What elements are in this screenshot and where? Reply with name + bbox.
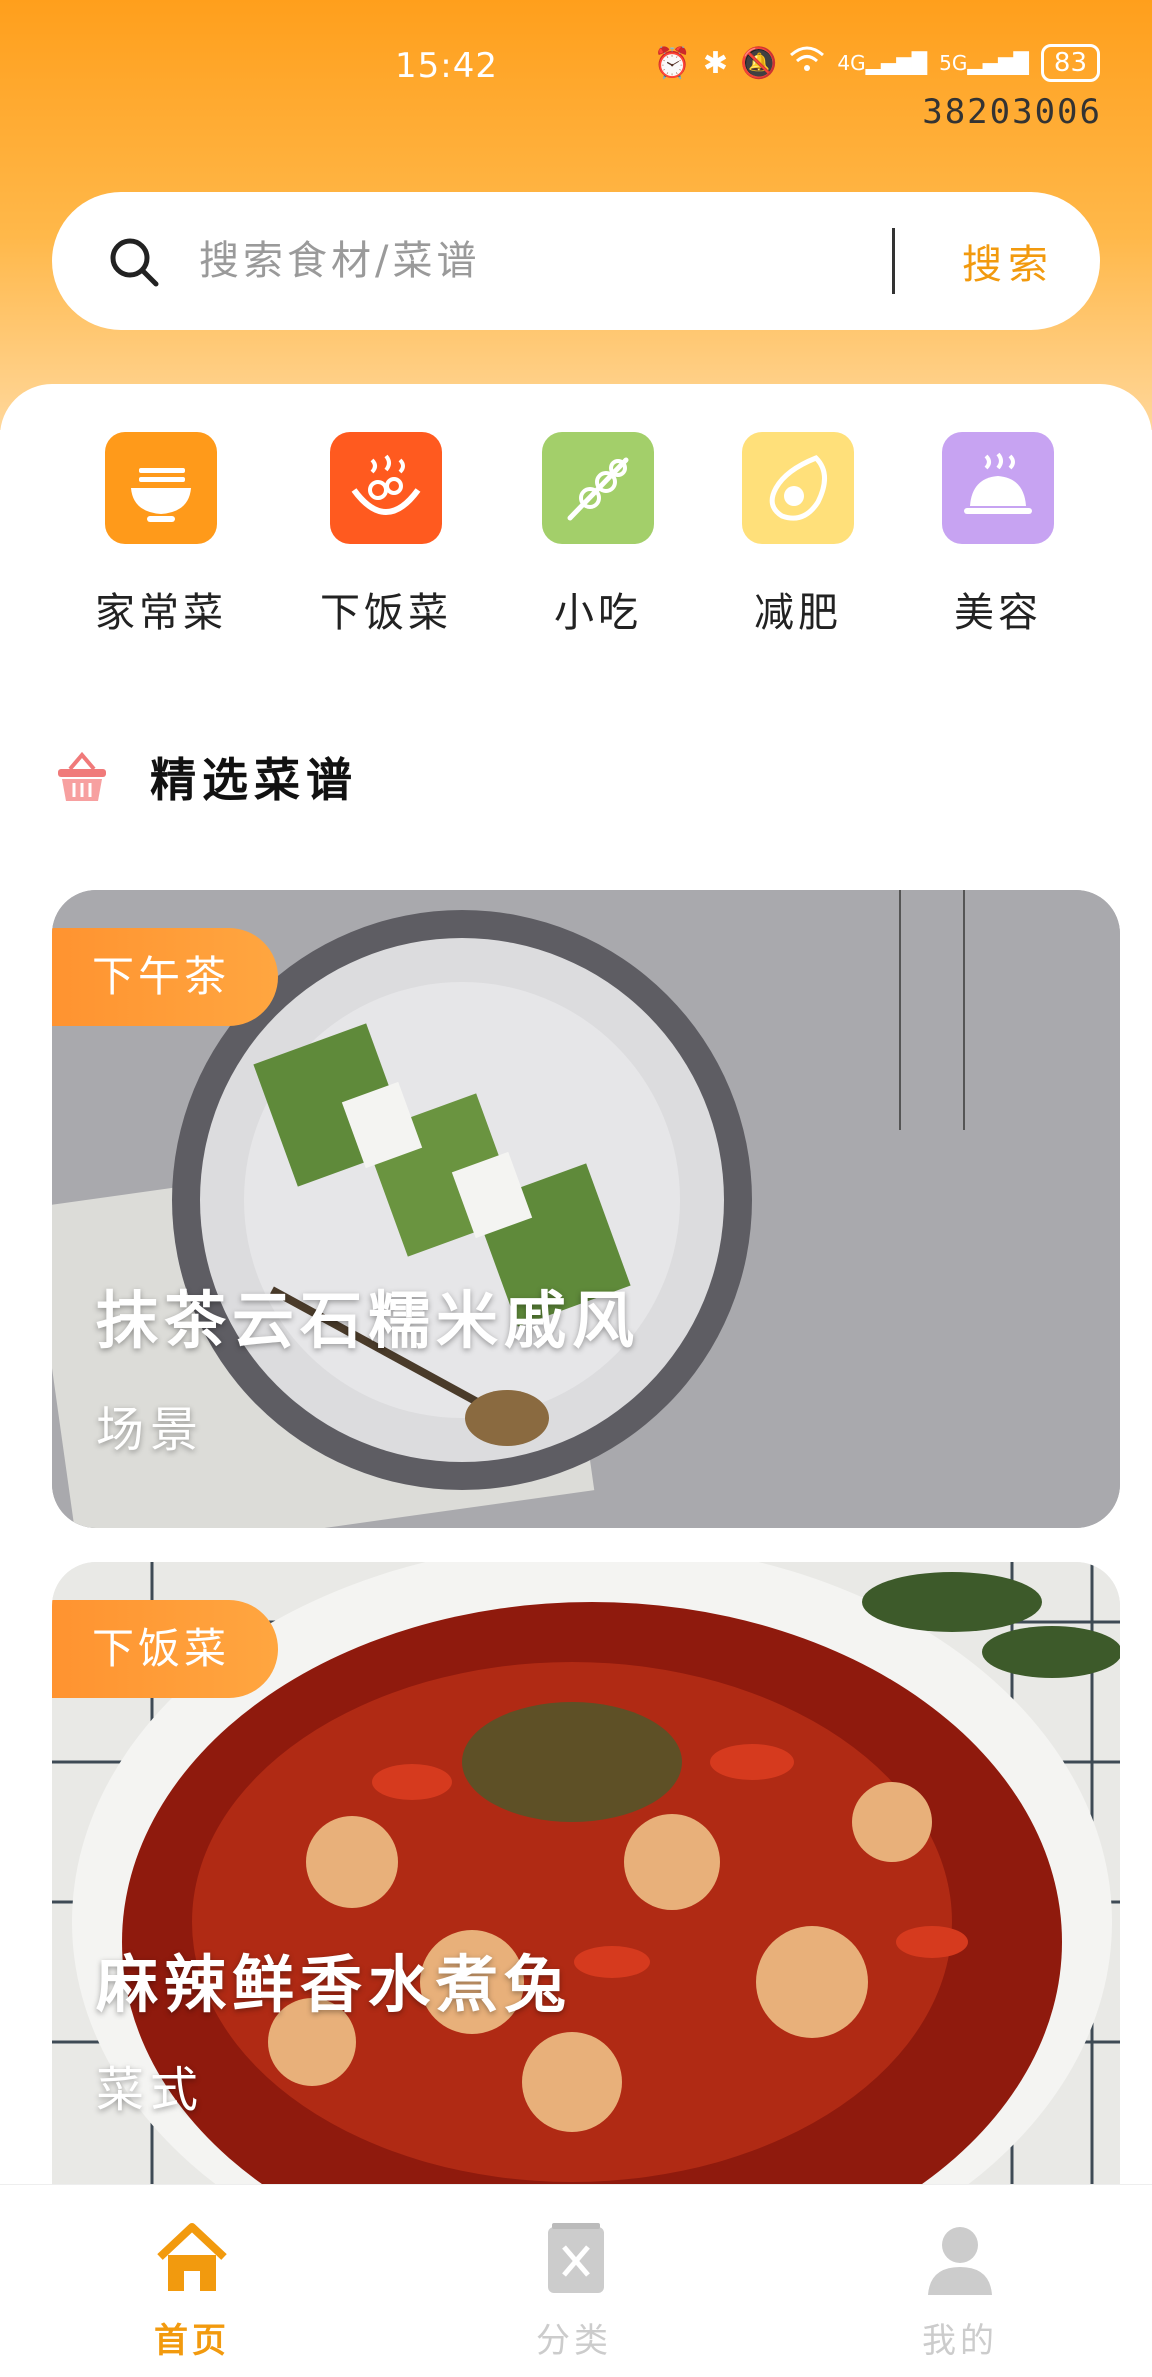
recipe-tag: 下午茶: [52, 928, 279, 1026]
signal-4g-icon: 4G▂▄▆█: [837, 51, 928, 75]
category-xiaochi[interactable]: 小吃: [523, 432, 673, 638]
recipe-card[interactable]: 下饭菜 麻辣鲜香水煮兔 菜式: [52, 1562, 1120, 2184]
bluetooth-icon: ✱: [702, 45, 729, 81]
category-jiachangcai[interactable]: 家常菜: [86, 432, 236, 638]
signal-5g-icon: 5G▂▄▆█: [939, 51, 1029, 75]
recipe-subtitle: 菜式: [96, 2062, 205, 2118]
recipe-title: 麻辣鲜香水煮兔: [96, 1948, 573, 2021]
search-button[interactable]: 搜索: [962, 232, 1054, 290]
category-label: 减肥: [754, 590, 842, 636]
category-xiafancai[interactable]: 下饭菜: [311, 432, 461, 638]
noodle-bowl-icon: [105, 432, 217, 544]
category-label: 家常菜: [95, 590, 227, 636]
wifi-icon: [789, 45, 825, 81]
category-label: 小吃: [554, 590, 642, 636]
status-icons: ⏰ ✱ 🔕 4G▂▄▆█ 5G▂▄▆█ 83: [654, 44, 1100, 82]
category-jianfei[interactable]: 减肥: [723, 432, 873, 638]
nav-category[interactable]: 分类: [504, 2219, 644, 2362]
avocado-icon: [742, 432, 854, 544]
recipe-tag: 下饭菜: [52, 1600, 279, 1698]
search-icon: [110, 238, 159, 287]
recipe-card[interactable]: 下午茶 抹茶云石糯米戚风 场景: [52, 890, 1120, 1528]
category-label: 下饭菜: [320, 590, 452, 636]
section-header: 精选菜谱: [52, 744, 358, 810]
category-label: 美容: [954, 590, 1042, 636]
section-title: 精选菜谱: [150, 753, 358, 807]
nav-label: 我的: [922, 2321, 998, 2361]
home-icon: [157, 2223, 227, 2291]
chili-dish-icon: [330, 432, 442, 544]
user-icon: [928, 2227, 992, 2295]
search-divider: [892, 228, 895, 294]
skewer-icon: [542, 432, 654, 544]
cloche-icon: [942, 432, 1054, 544]
category-book-icon: [548, 2223, 604, 2293]
recipe-subtitle: 场景: [96, 1402, 205, 1458]
nav-label: 首页: [154, 2321, 230, 2361]
alarm-icon: ⏰: [653, 45, 691, 81]
search-bar: 搜索: [52, 192, 1100, 330]
category-meirong[interactable]: 美容: [923, 432, 1073, 638]
nav-label: 分类: [536, 2321, 612, 2361]
search-input[interactable]: [197, 230, 921, 292]
battery-indicator: 83: [1040, 44, 1100, 82]
status-time: 15:42: [395, 46, 498, 86]
basket-icon: [58, 751, 106, 801]
recipe-title: 抹茶云石糯米戚风: [96, 1284, 641, 1357]
bottom-nav: 首页 分类 我的: [0, 2184, 1152, 2377]
nav-profile[interactable]: 我的: [890, 2219, 1030, 2362]
device-id-text: 38203006: [922, 92, 1102, 132]
nav-home[interactable]: 首页: [122, 2219, 262, 2362]
mute-icon: 🔕: [740, 45, 778, 81]
